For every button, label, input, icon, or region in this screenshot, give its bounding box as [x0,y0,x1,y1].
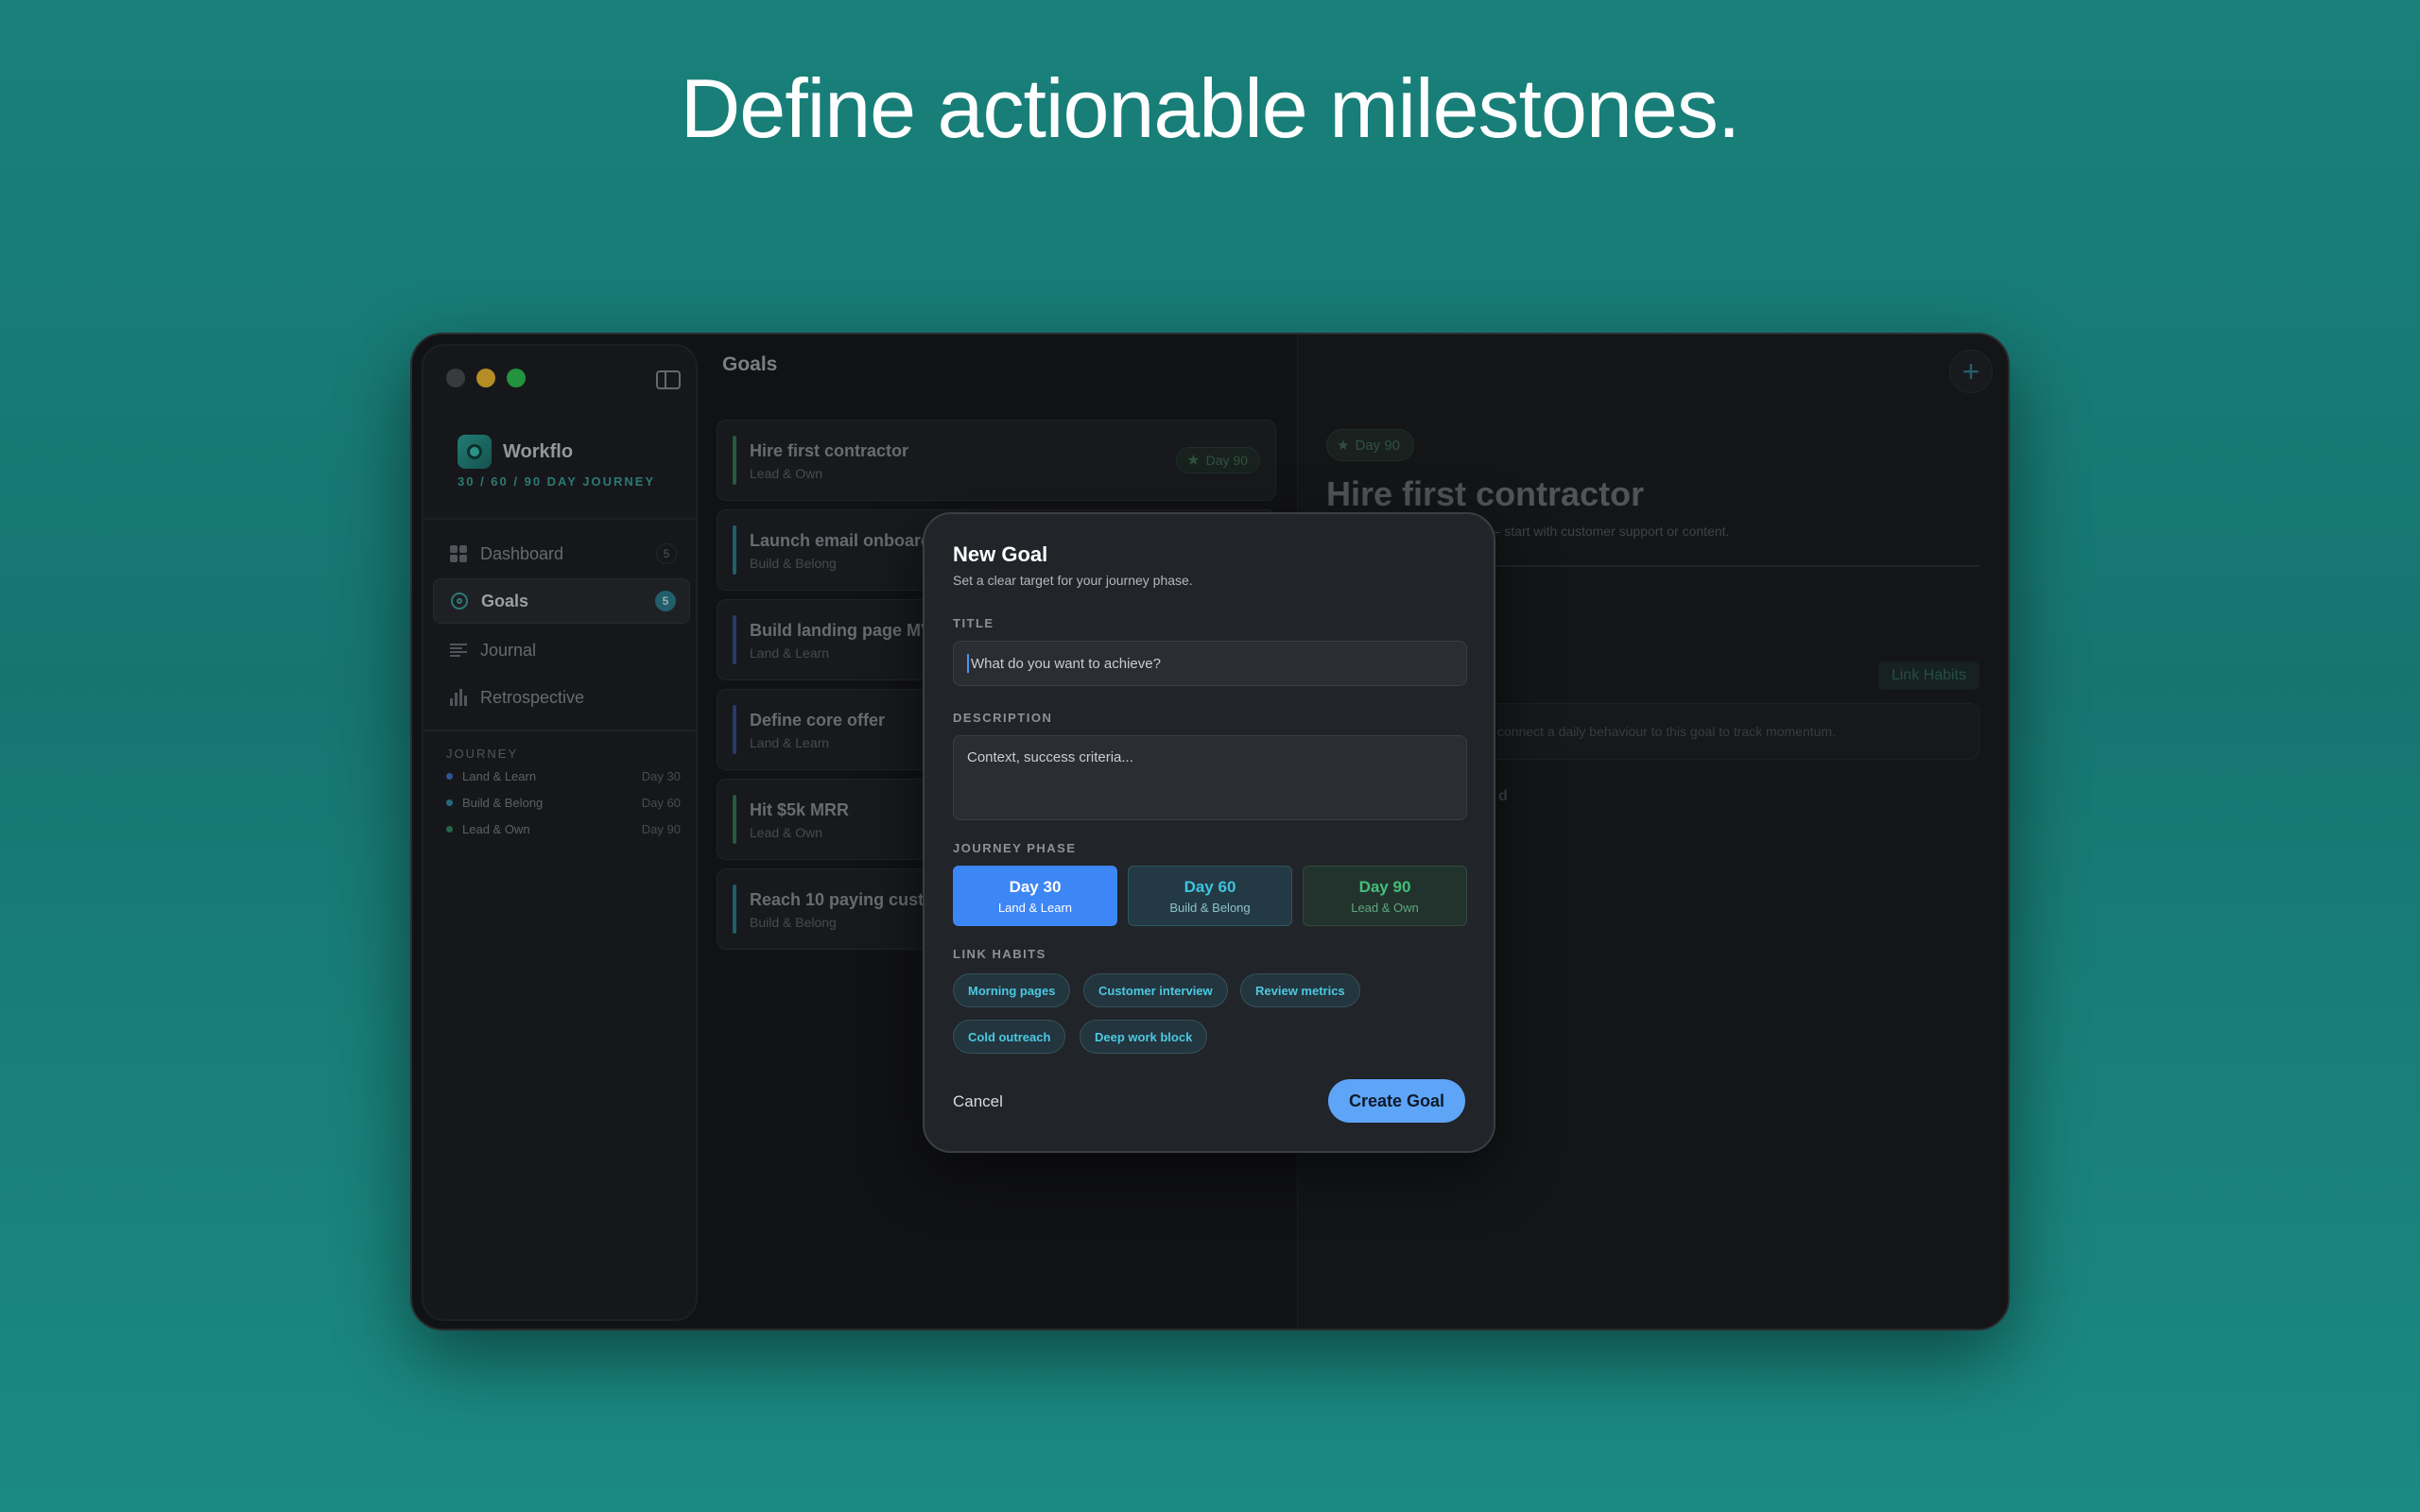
create-goal-button[interactable]: Create Goal [1327,1079,1465,1123]
title-placeholder: What do you want to achieve? [971,655,1161,672]
headline: Define actionable milestones. [680,61,1741,155]
phase-name: Build & Belong [1169,900,1251,915]
phase-name: Land & Learn [997,900,1073,915]
title-field-label: TITLE [953,616,994,630]
phase-name: Lead & Own [1351,900,1419,915]
habit-chip[interactable]: Cold outreach [953,1020,1066,1054]
title-input[interactable]: What do you want to achieve? [953,641,1467,686]
cancel-button[interactable]: Cancel [953,1092,1003,1111]
dialog-title: New Goal [953,542,1048,566]
description-placeholder: Context, success criteria... [967,749,1133,765]
journey-phase-label: JOURNEY PHASE [953,841,1077,855]
description-textarea[interactable]: Context, success criteria... [953,735,1467,820]
phase-option-day-30[interactable]: Day 30 Land & Learn [953,866,1117,926]
habit-chip[interactable]: Morning pages [953,973,1071,1007]
phase-option-day-90[interactable]: Day 90 Lead & Own [1303,866,1467,926]
phase-option-day-60[interactable]: Day 60 Build & Belong [1128,866,1292,926]
habit-chip[interactable]: Customer interview [1083,973,1228,1007]
link-habits-label: LINK HABITS [953,947,1046,961]
phase-day: Day 90 [1358,877,1411,896]
dialog-subtitle: Set a clear target for your journey phas… [953,573,1193,588]
habit-chip[interactable]: Review metrics [1240,973,1360,1007]
new-goal-dialog: New Goal Set a clear target for your jou… [923,512,1495,1153]
habit-chip[interactable]: Deep work block [1080,1020,1208,1054]
phase-day: Day 30 [1009,877,1062,896]
phase-day: Day 60 [1184,877,1236,896]
description-field-label: DESCRIPTION [953,711,1053,725]
